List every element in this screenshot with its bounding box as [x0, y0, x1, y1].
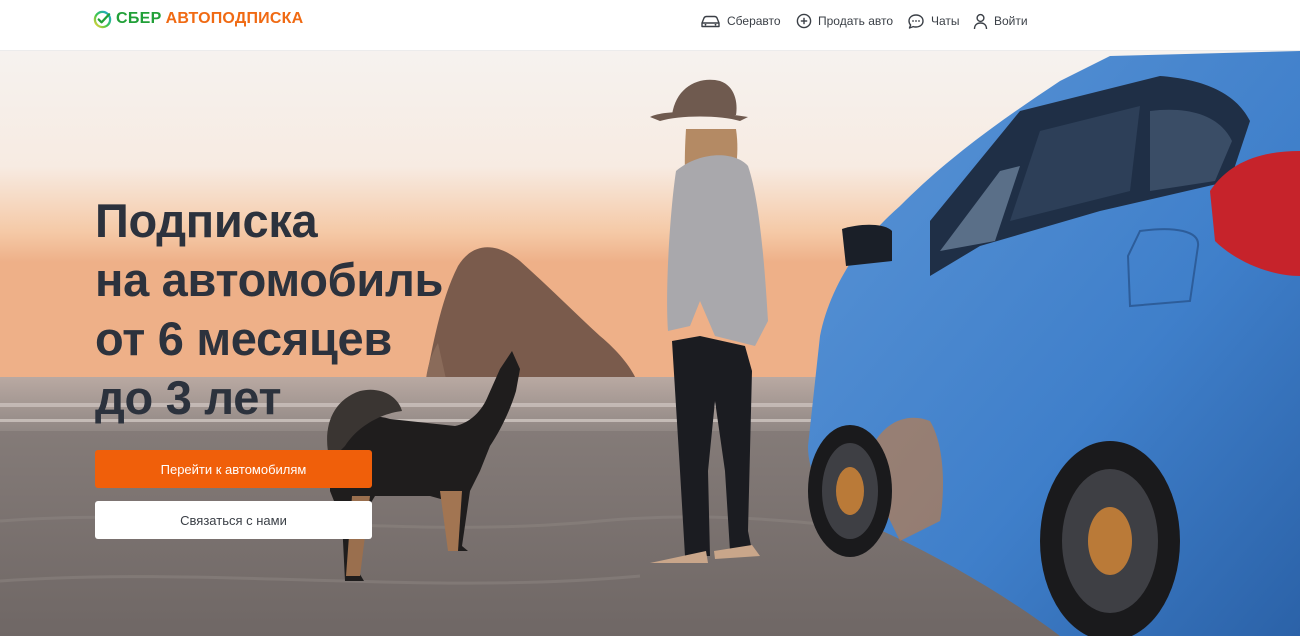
nav-item-chats[interactable]: Чаты	[907, 12, 960, 30]
nav-label: Сберавто	[727, 14, 781, 28]
headline-line: от 6 месяцев	[95, 312, 392, 365]
brand-logo[interactable]: СБЕР АВТОПОДПИСКА	[93, 8, 303, 30]
nav-label: Войти	[994, 14, 1028, 28]
brand-name-primary: СБЕР	[116, 10, 162, 27]
go-to-cars-button[interactable]: Перейти к автомобилям	[95, 450, 372, 488]
nav-item-sberauto[interactable]: Сберавто	[700, 12, 781, 30]
brand-name-secondary: АВТОПОДПИСКА	[165, 10, 304, 27]
hero-headline: Подписка на автомобиль от 6 месяцев до 3…	[95, 191, 443, 427]
headline-line: на автомобиль	[95, 253, 444, 306]
nav-label: Чаты	[931, 14, 960, 28]
plus-circle-icon	[796, 13, 812, 29]
contact-us-button[interactable]: Связаться с нами	[95, 501, 372, 539]
nav-item-sell-car[interactable]: Продать авто	[796, 12, 893, 30]
nav-label: Продать авто	[818, 14, 894, 28]
headline-line: до 3 лет	[95, 371, 282, 424]
site-header: СБЕР АВТОПОДПИСКА Сберавто Продать авто …	[0, 0, 1300, 51]
user-icon	[973, 13, 988, 29]
hero-section: Подписка на автомобиль от 6 месяцев до 3…	[0, 51, 1300, 636]
nav-item-login[interactable]: Войти	[973, 12, 1028, 30]
headline-line: Подписка	[95, 194, 318, 247]
car-icon	[701, 15, 720, 27]
sber-logo-icon	[93, 10, 112, 28]
chat-icon	[908, 13, 924, 29]
